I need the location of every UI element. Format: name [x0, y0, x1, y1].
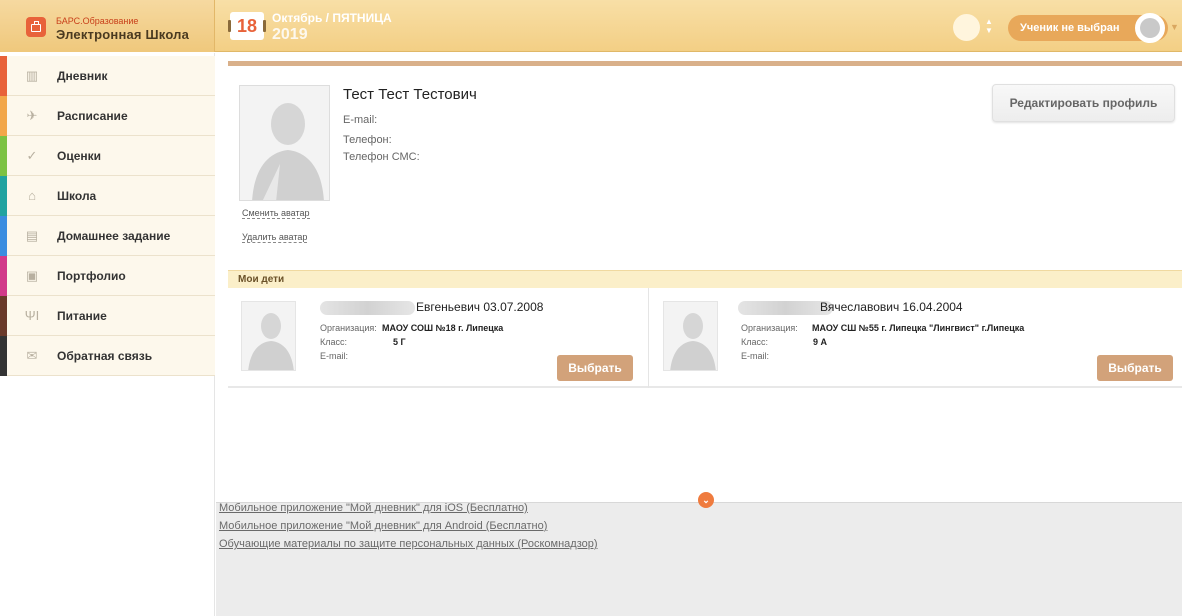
child-org-label: Организация: — [320, 323, 377, 333]
edit-profile-button[interactable]: Редактировать профиль — [992, 84, 1175, 122]
divider — [648, 288, 649, 388]
sidebar: ▥ Дневник ✈ Расписание ✓ Оценки ⌂ Школа … — [0, 53, 215, 616]
choose-child-button[interactable]: Выбрать — [557, 355, 633, 381]
child-class-label: Класс: — [741, 337, 768, 347]
child-org-value: МАОУ СШ №55 г. Липецка "Лингвист" г.Липе… — [812, 323, 1025, 333]
child-class-value: 9 А — [813, 337, 828, 347]
child-name-blurred — [320, 301, 415, 315]
sidebar-item-diary[interactable]: ▥ Дневник — [0, 56, 215, 96]
children-section-header: Мои дети — [228, 270, 1182, 288]
delete-avatar-link[interactable]: Удалить аватар — [242, 232, 308, 243]
footer-link-privacy[interactable]: Обучающие материалы по защите персональн… — [219, 538, 598, 550]
sidebar-item-label: Оценки — [57, 149, 102, 163]
choose-child-button[interactable]: Выбрать — [1097, 355, 1173, 381]
profile-sms-label: Телефон СМС: — [343, 151, 420, 163]
footer-link-ios[interactable]: Мобильное приложение "Мой дневник" для i… — [219, 502, 528, 514]
profile-avatar — [239, 85, 330, 201]
brand-subtitle: БАРС.Образование — [56, 16, 139, 26]
chevron-down-icon[interactable]: ▼ — [1170, 22, 1179, 32]
sidebar-item-portfolio[interactable]: ▣ Портфолио — [0, 256, 215, 296]
sidebar-item-feedback[interactable]: ✉ Обратная связь — [0, 336, 215, 376]
child-class-label: Класс: — [320, 337, 347, 347]
user-avatar[interactable] — [1135, 13, 1165, 43]
sidebar-item-grades[interactable]: ✓ Оценки — [0, 136, 215, 176]
checkmark-icon: ✓ — [26, 148, 38, 163]
briefcase-icon — [26, 17, 46, 37]
sidebar-item-schedule[interactable]: ✈ Расписание — [0, 96, 215, 136]
sidebar-item-food[interactable]: ΨΙ Питание — [0, 296, 215, 336]
period-selector-circle[interactable] — [953, 14, 980, 41]
child-avatar — [663, 301, 718, 371]
date-year: 2019 — [272, 26, 308, 43]
diary-icon: ▥ — [25, 68, 39, 83]
change-avatar-link[interactable]: Сменить аватар — [242, 208, 310, 219]
brand-logo-area[interactable]: БАРС.Образование Электронная Школа — [0, 0, 215, 52]
date-month-weekday: Октябрь / ПЯТНИЦА — [272, 11, 392, 25]
children-section-title: Мои дети — [238, 274, 285, 285]
sidebar-item-label: Дневник — [57, 69, 108, 83]
child-email-label: E-mail: — [741, 351, 770, 361]
sidebar-item-label: Расписание — [57, 109, 128, 123]
paper-plane-icon: ✈ — [26, 108, 38, 123]
child-org-value: МАОУ СОШ №18 г. Липецка — [382, 323, 504, 333]
child-email-label: E-mail: — [320, 351, 349, 361]
profile-email-label: E-mail: — [343, 114, 378, 126]
date-day: 18 — [228, 12, 266, 40]
sidebar-item-label: Питание — [57, 309, 107, 323]
child-name: Евгеньевич 03.07.2008 — [416, 300, 544, 314]
student-selector-label: Ученик не выбран — [1020, 22, 1120, 34]
brand-title: Электронная Школа — [56, 27, 190, 42]
child-name-blurred — [738, 301, 833, 315]
up-down-arrows-icon[interactable]: ▲ ▼ — [985, 17, 993, 35]
footer-link-android[interactable]: Мобильное приложение "Мой дневник" для A… — [219, 520, 547, 532]
sidebar-item-label: Портфолио — [57, 269, 126, 283]
chevron-down-icon[interactable]: ⌄ — [698, 492, 714, 508]
child-org-label: Организация: — [741, 323, 798, 333]
sidebar-item-label: Обратная связь — [57, 349, 153, 363]
homework-icon: ▤ — [25, 228, 39, 243]
school-icon: ⌂ — [28, 188, 36, 203]
profile-phone-label: Телефон: — [343, 134, 392, 146]
child-class-value: 5 Г — [393, 337, 406, 347]
fork-knife-icon: ΨΙ — [24, 308, 40, 323]
sidebar-item-label: Школа — [57, 189, 97, 203]
child-name: Вячеславович 16.04.2004 — [820, 300, 963, 314]
envelope-icon: ✉ — [26, 348, 38, 363]
sidebar-item-homework[interactable]: ▤ Домашнее задание — [0, 216, 215, 256]
sidebar-item-label: Домашнее задание — [57, 229, 171, 243]
profile-name: Тест Тест Тестович — [343, 86, 477, 103]
child-avatar — [241, 301, 296, 371]
portfolio-icon: ▣ — [25, 268, 39, 283]
sidebar-item-school[interactable]: ⌂ Школа — [0, 176, 215, 216]
